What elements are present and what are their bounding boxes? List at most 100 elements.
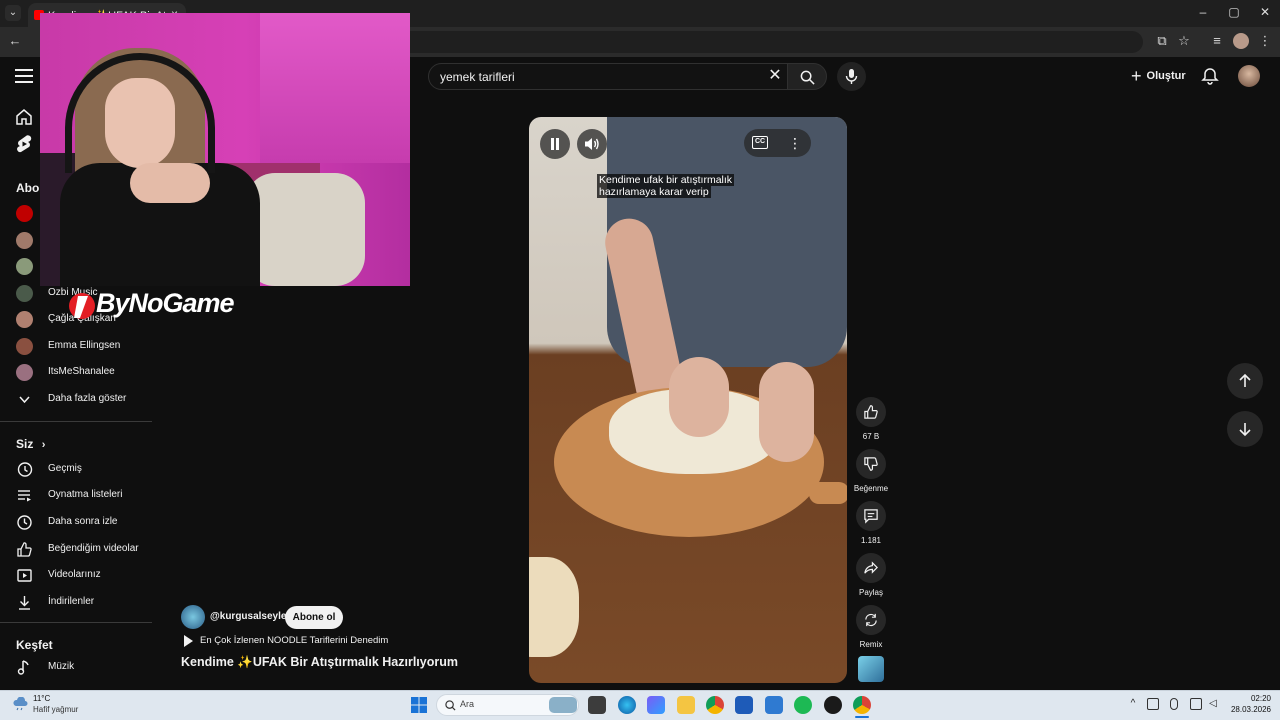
channel-name: ItsMeShanalee bbox=[48, 366, 115, 377]
sidebar-item-watch-later[interactable]: Daha sonra izle bbox=[0, 510, 152, 536]
sidebar-item-playlists[interactable]: Oynatma listeleri bbox=[0, 483, 152, 509]
sidebar-divider bbox=[0, 622, 152, 623]
chrome-icon[interactable] bbox=[706, 696, 724, 714]
next-short-button[interactable] bbox=[1227, 411, 1263, 447]
weather-rain-icon[interactable] bbox=[12, 697, 30, 711]
search-highlight-icon bbox=[549, 697, 577, 713]
sidebar-item-your-videos[interactable]: Videolarınız bbox=[0, 563, 152, 589]
share-button[interactable] bbox=[856, 553, 886, 583]
channel-avatar bbox=[16, 364, 33, 381]
comments-button[interactable] bbox=[856, 501, 886, 531]
browser-menu-icon[interactable]: ⋮ bbox=[1257, 33, 1273, 49]
video-caption: Kendime ufak bir atıştırmalık hazırlamay… bbox=[597, 174, 747, 198]
weather-temperature: 11°C bbox=[33, 694, 51, 703]
shorts-icon[interactable] bbox=[15, 135, 33, 153]
sidebar-item-downloads[interactable]: İndirilenler bbox=[0, 590, 152, 616]
reading-list-icon[interactable]: ≡ bbox=[1209, 33, 1225, 49]
sidebar-item-history[interactable]: Geçmiş bbox=[0, 457, 152, 483]
like-button[interactable] bbox=[856, 397, 886, 427]
channel-avatar bbox=[16, 311, 33, 328]
streamer-webcam-overlay bbox=[40, 13, 410, 286]
remix-icon bbox=[865, 613, 877, 627]
channel-avatar bbox=[16, 258, 33, 275]
window-minimize-button[interactable]: – bbox=[1188, 5, 1218, 19]
video-title[interactable]: Kendime ✨UFAK Bir Atıştırmalık Hazırlıyo… bbox=[181, 655, 458, 670]
taskbar-clock-time[interactable]: 02:20 bbox=[1245, 694, 1271, 703]
windows-start-icon[interactable] bbox=[411, 697, 427, 713]
install-app-icon[interactable]: ⧉ bbox=[1154, 33, 1170, 49]
volume-button[interactable] bbox=[577, 129, 607, 159]
music-note-icon bbox=[17, 660, 29, 675]
account-avatar[interactable] bbox=[1238, 65, 1260, 87]
back-arrow-icon[interactable]: ← bbox=[7, 33, 23, 49]
profile-avatar-icon[interactable] bbox=[1233, 33, 1249, 49]
sidebar-channel-item[interactable]: ItsMeShanalee bbox=[0, 360, 152, 386]
show-more-button[interactable]: Daha fazla göster bbox=[0, 387, 152, 413]
previous-short-button[interactable] bbox=[1227, 363, 1263, 399]
captions-button[interactable]: CC bbox=[752, 136, 768, 149]
you-heading[interactable]: Siz › bbox=[16, 437, 45, 451]
dislike-button[interactable] bbox=[856, 449, 886, 479]
volume-icon[interactable]: ◁ bbox=[1207, 698, 1219, 710]
you-heading-label: Siz bbox=[16, 437, 34, 451]
sidebar-item-label: Videolarınız bbox=[48, 569, 101, 580]
show-hidden-icons-chevron-icon[interactable]: ^ bbox=[1127, 698, 1139, 710]
subscribe-button[interactable]: Abone ol bbox=[285, 606, 343, 629]
show-more-label: Daha fazla göster bbox=[48, 393, 127, 404]
sidebar-item-music[interactable]: Müzik bbox=[0, 655, 152, 681]
volume-icon bbox=[585, 138, 599, 150]
sound-thumbnail[interactable] bbox=[858, 656, 884, 682]
arrow-up-icon bbox=[1239, 373, 1251, 387]
search-input[interactable]: yemek tarifleri bbox=[428, 63, 788, 90]
tab-search-button[interactable]: ⌄ bbox=[5, 5, 21, 21]
remix-button[interactable] bbox=[856, 605, 886, 635]
copilot-icon[interactable] bbox=[647, 696, 665, 714]
playlists-icon bbox=[18, 490, 31, 502]
chrome-active-icon[interactable] bbox=[853, 696, 871, 714]
more-options-icon[interactable]: ⋮ bbox=[785, 133, 805, 153]
menu-icon[interactable] bbox=[15, 68, 33, 84]
store-icon[interactable] bbox=[735, 696, 753, 714]
taskbar-clock-date[interactable]: 28.03.2026 bbox=[1226, 705, 1271, 714]
network-icon[interactable] bbox=[1147, 698, 1159, 710]
channel-handle[interactable]: @kurgusalseyler bbox=[210, 611, 290, 622]
channel-avatar bbox=[16, 285, 33, 302]
video-frame-hand bbox=[759, 362, 814, 462]
sidebar-item-liked-videos[interactable]: Beğendiğim videolar bbox=[0, 537, 152, 563]
share-label: Paylaş bbox=[858, 588, 883, 597]
search-button[interactable] bbox=[787, 63, 827, 90]
spotify-icon[interactable] bbox=[794, 696, 812, 714]
active-app-indicator bbox=[855, 716, 869, 718]
weather-description: Hafif yağmur bbox=[33, 705, 79, 714]
window-close-button[interactable]: ✕ bbox=[1250, 5, 1280, 19]
task-view-icon[interactable] bbox=[588, 696, 606, 714]
sidebar-item-label: Beğendiğim videolar bbox=[48, 543, 139, 554]
taskbar-search[interactable] bbox=[436, 694, 579, 716]
thumbs-up-icon bbox=[864, 405, 878, 419]
create-button[interactable]: + Oluştur bbox=[1125, 64, 1195, 88]
channel-avatar[interactable] bbox=[181, 605, 205, 629]
window-restore-button[interactable]: ▢ bbox=[1219, 5, 1249, 19]
related-video-link[interactable]: En Çok İzlenen NOODLE Tariflerini Denedi… bbox=[200, 635, 388, 646]
sidebar-channel-item[interactable]: Emma Ellingsen bbox=[0, 334, 152, 360]
edge-browser-icon[interactable] bbox=[618, 696, 636, 714]
obs-icon[interactable] bbox=[824, 696, 842, 714]
voice-search-button[interactable] bbox=[837, 62, 866, 91]
display-icon[interactable] bbox=[1190, 698, 1202, 710]
pause-button[interactable] bbox=[540, 129, 570, 159]
video-frame-bread-loaf bbox=[529, 557, 579, 657]
clear-search-icon[interactable]: ✕ bbox=[766, 67, 784, 85]
outlook-icon[interactable] bbox=[765, 696, 783, 714]
sidebar-item-label: Müzik bbox=[48, 661, 75, 672]
bookmark-star-icon[interactable]: ☆ bbox=[1176, 33, 1192, 49]
home-icon[interactable] bbox=[15, 108, 33, 126]
play-icon bbox=[184, 635, 193, 647]
file-explorer-icon[interactable] bbox=[677, 696, 695, 714]
channel-avatar bbox=[16, 338, 33, 355]
microphone-icon[interactable] bbox=[1170, 698, 1178, 710]
notifications-bell-icon[interactable] bbox=[1200, 66, 1220, 86]
explore-heading: Keşfet bbox=[16, 638, 53, 652]
your-videos-icon bbox=[17, 569, 32, 582]
shorts-video-player[interactable]: CC ⋮ bbox=[529, 117, 847, 683]
sidebar-item-label: İndirilenler bbox=[48, 596, 95, 607]
